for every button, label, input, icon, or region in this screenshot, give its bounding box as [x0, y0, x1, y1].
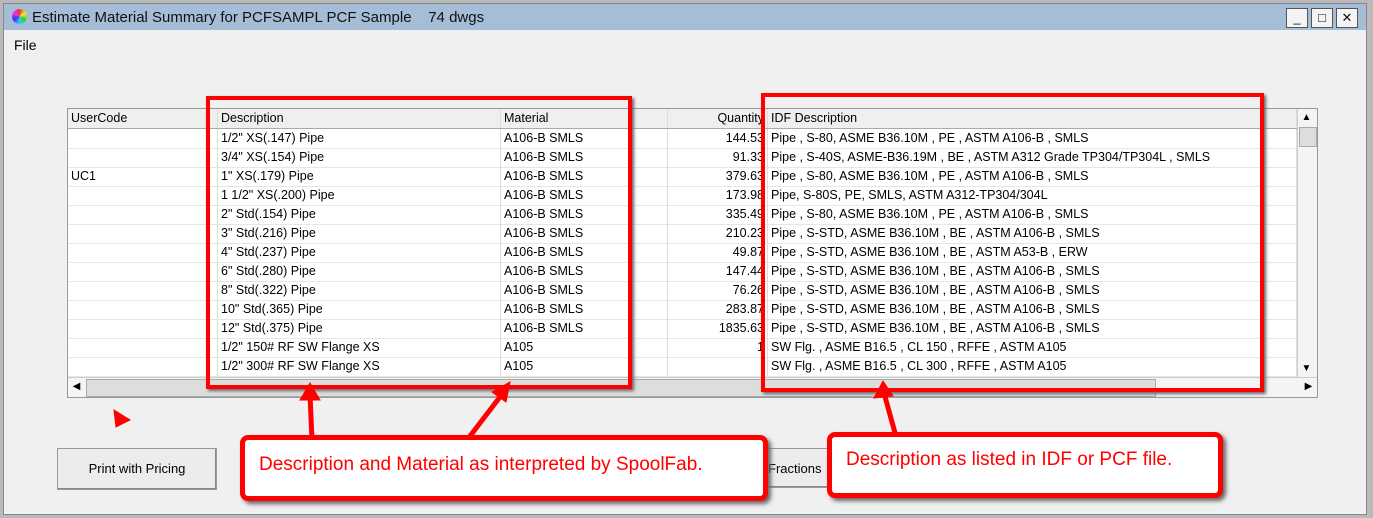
arrow-head-icon [873, 380, 894, 399]
arrow-head-icon [491, 381, 511, 403]
arrow-head-icon [299, 382, 321, 401]
arrow-description [307, 394, 315, 441]
arrow-material [465, 391, 505, 442]
callout-idf-pcf: Description as listed in IDF or PCF file… [827, 432, 1223, 498]
callout-spoolfab: Description and Material as interpreted … [240, 435, 768, 501]
stray-arrow-icon [113, 409, 132, 428]
